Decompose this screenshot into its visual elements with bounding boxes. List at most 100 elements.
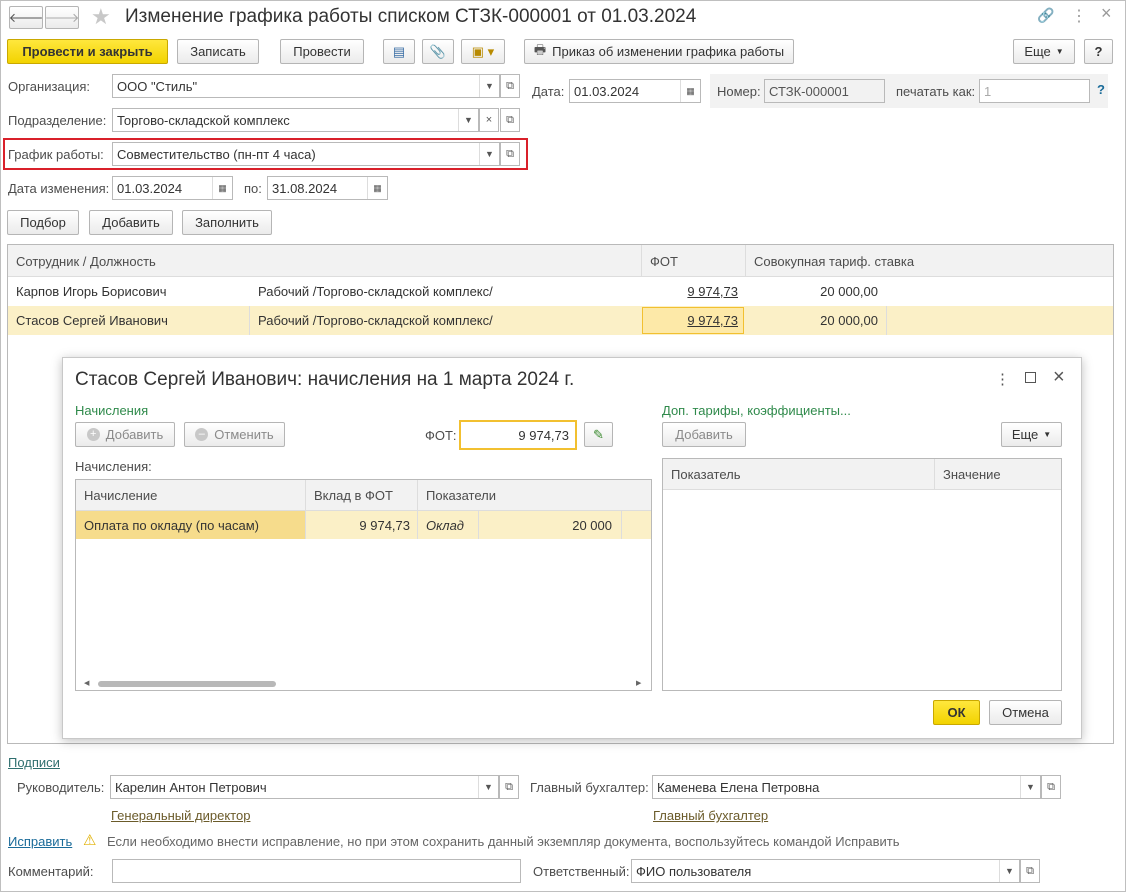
calendar-icon[interactable]: ▦ [212,177,232,199]
forward-button[interactable]: 🡒 [45,6,79,29]
comment-label: Комментарий: [8,864,94,879]
create-based-button[interactable]: ▣ ▾ [461,39,505,64]
help-question-icon[interactable]: ? [1097,82,1105,97]
fot-link[interactable]: 9 974,73 [642,277,738,306]
open-responsible-button[interactable]: ⧉ [1020,859,1040,883]
manager-label: Руководитель: [17,780,105,795]
accountant-position-link[interactable]: Главный бухгалтер [653,808,768,823]
dropdown-icon[interactable]: ▼ [458,109,478,131]
header-rate[interactable]: Совокупная тариф. ставка [754,245,914,277]
schedule-field[interactable]: Совместительство (пн-пт 4 часа) ▼ [112,142,500,166]
fill-button[interactable]: Заполнить [182,210,272,235]
more-vertical-icon[interactable]: ⋮ [995,370,1010,388]
org-label: Организация: [8,79,91,94]
add-button[interactable]: Добавить [89,210,173,235]
accountant-value: Каменева Елена Петровна [657,779,820,795]
dept-field[interactable]: Торгово-складской комплекс ▼ [112,108,479,132]
employee-position: Рабочий /Торгово-складской комплекс/ [258,284,493,299]
change-date-label: Дата изменения: [8,181,110,196]
comment-field[interactable] [112,859,521,883]
accrual-row[interactable]: Оплата по окладу (по часам) 9 974,73 Окл… [76,511,651,539]
to-date-field[interactable]: 31.08.2024 ▦ [267,176,388,200]
post-and-close-button[interactable]: Провести и закрыть [7,39,168,64]
header-employee[interactable]: Сотрудник / Должность [16,245,156,277]
extra-group-title[interactable]: Доп. тарифы, коэффициенты... [662,403,851,418]
dropdown-icon[interactable]: ▼ [479,143,499,165]
date-label: Дата: [532,84,565,99]
back-button[interactable]: 🡐 [9,6,43,29]
dept-value: Торгово-складской комплекс [117,112,290,128]
horizontal-scrollbar[interactable] [98,681,276,687]
header-contribution[interactable]: Вклад в ФОТ [314,480,393,511]
dropdown-icon[interactable]: ▼ [478,776,498,798]
calendar-icon[interactable]: ▦ [367,177,387,199]
close-icon[interactable]: × [1053,366,1065,389]
open-dept-button[interactable]: ⧉ [500,108,520,132]
divider [305,480,306,511]
save-button[interactable]: Записать [177,39,259,64]
table-row-selected[interactable]: Стасов Сергей Иванович Рабочий /Торгово-… [8,306,1113,335]
header-indicators[interactable]: Показатели [426,480,496,511]
calendar-icon[interactable]: ▦ [680,80,700,102]
accruals-grid: Начисление Вклад в ФОТ Показатели Оплата… [75,479,652,691]
pick-button[interactable]: Подбор [7,210,79,235]
extra-add-button[interactable]: Добавить [662,422,746,447]
print-as-label: печатать как: [896,84,976,99]
fix-link[interactable]: Исправить [8,834,72,849]
print-order-button[interactable]: 🖶 Приказ об изменении графика работы [524,39,794,64]
accruals-grid-header: Начисление Вклад в ФОТ Показатели [76,480,651,511]
more-vertical-icon[interactable]: ⋮ [1071,6,1087,26]
maximize-icon[interactable] [1025,372,1036,383]
employee-position: Рабочий /Торгово-складской комплекс/ [258,313,493,328]
warning-icon: ⚠ [83,832,97,849]
manager-position-link[interactable]: Генеральный директор [111,808,250,823]
open-org-button[interactable]: ⧉ [500,74,520,98]
fot-link[interactable]: 9 974,73 [642,306,738,335]
open-accountant-button[interactable]: ⧉ [1041,775,1061,799]
dropdown-icon[interactable]: ▼ [479,75,499,97]
open-schedule-button[interactable]: ⧉ [500,142,520,166]
help-button[interactable]: ? [1084,39,1113,64]
change-date-field[interactable]: 01.03.2024 ▦ [112,176,233,200]
fix-note: Если необходимо внести исправление, но п… [107,834,900,849]
open-manager-button[interactable]: ⧉ [499,775,519,799]
org-value: ООО "Стиль" [117,78,198,94]
dialog-cancel-button[interactable]: Отмена [989,700,1062,725]
more-label: Еще [1024,44,1051,59]
manager-field[interactable]: Карелин Антон Петрович ▼ [110,775,499,799]
extra-grid: Показатель Значение [662,458,1062,691]
header-indicator[interactable]: Показатель [671,459,741,490]
link-icon[interactable]: 🔗 [1037,7,1054,24]
clear-dept-button[interactable]: × [479,108,499,132]
date-field[interactable]: 01.03.2024 ▦ [569,79,701,103]
fot-input[interactable]: 9 974,73 [459,420,577,450]
header-value[interactable]: Значение [943,459,1001,490]
signatures-link[interactable]: Подписи [8,755,60,770]
close-icon[interactable]: × [1101,3,1112,24]
window-title: Изменение графика работы списком СТЗК-00… [125,6,697,27]
post-button[interactable]: Провести [280,39,364,64]
divider [417,511,418,539]
table-row[interactable]: Карпов Игорь Борисович Рабочий /Торгово-… [8,277,1113,306]
accrual-add-button[interactable]: + Добавить [75,422,175,447]
report-button[interactable]: ▤ [383,39,415,64]
accrual-cancel-button[interactable]: – Отменить [184,422,285,447]
dropdown-icon[interactable]: ▼ [999,860,1019,882]
header-accrual[interactable]: Начисление [84,480,157,511]
open-icon: ⧉ [505,780,513,793]
org-field[interactable]: ООО "Стиль" ▼ [112,74,500,98]
dropdown-icon[interactable]: ▼ [1020,776,1040,798]
more-button[interactable]: Еще ▼ [1013,39,1075,64]
accountant-field[interactable]: Каменева Елена Петровна ▼ [652,775,1041,799]
extra-more-button[interactable]: Еще ▼ [1001,422,1062,447]
scroll-left-icon[interactable]: ◀ [84,679,89,687]
header-fot[interactable]: ФОТ [650,245,678,277]
responsible-field[interactable]: ФИО пользователя ▼ [631,859,1020,883]
scroll-right-icon[interactable]: ▶ [636,679,641,687]
attach-button[interactable]: 📎 [422,39,454,64]
ok-button[interactable]: ОК [933,700,980,725]
edit-fot-button[interactable]: ✎ [584,422,613,447]
cancel-label: Отменить [214,427,274,442]
favorite-star-icon[interactable]: ★ [91,4,111,30]
print-as-field[interactable]: 1 [979,79,1090,103]
